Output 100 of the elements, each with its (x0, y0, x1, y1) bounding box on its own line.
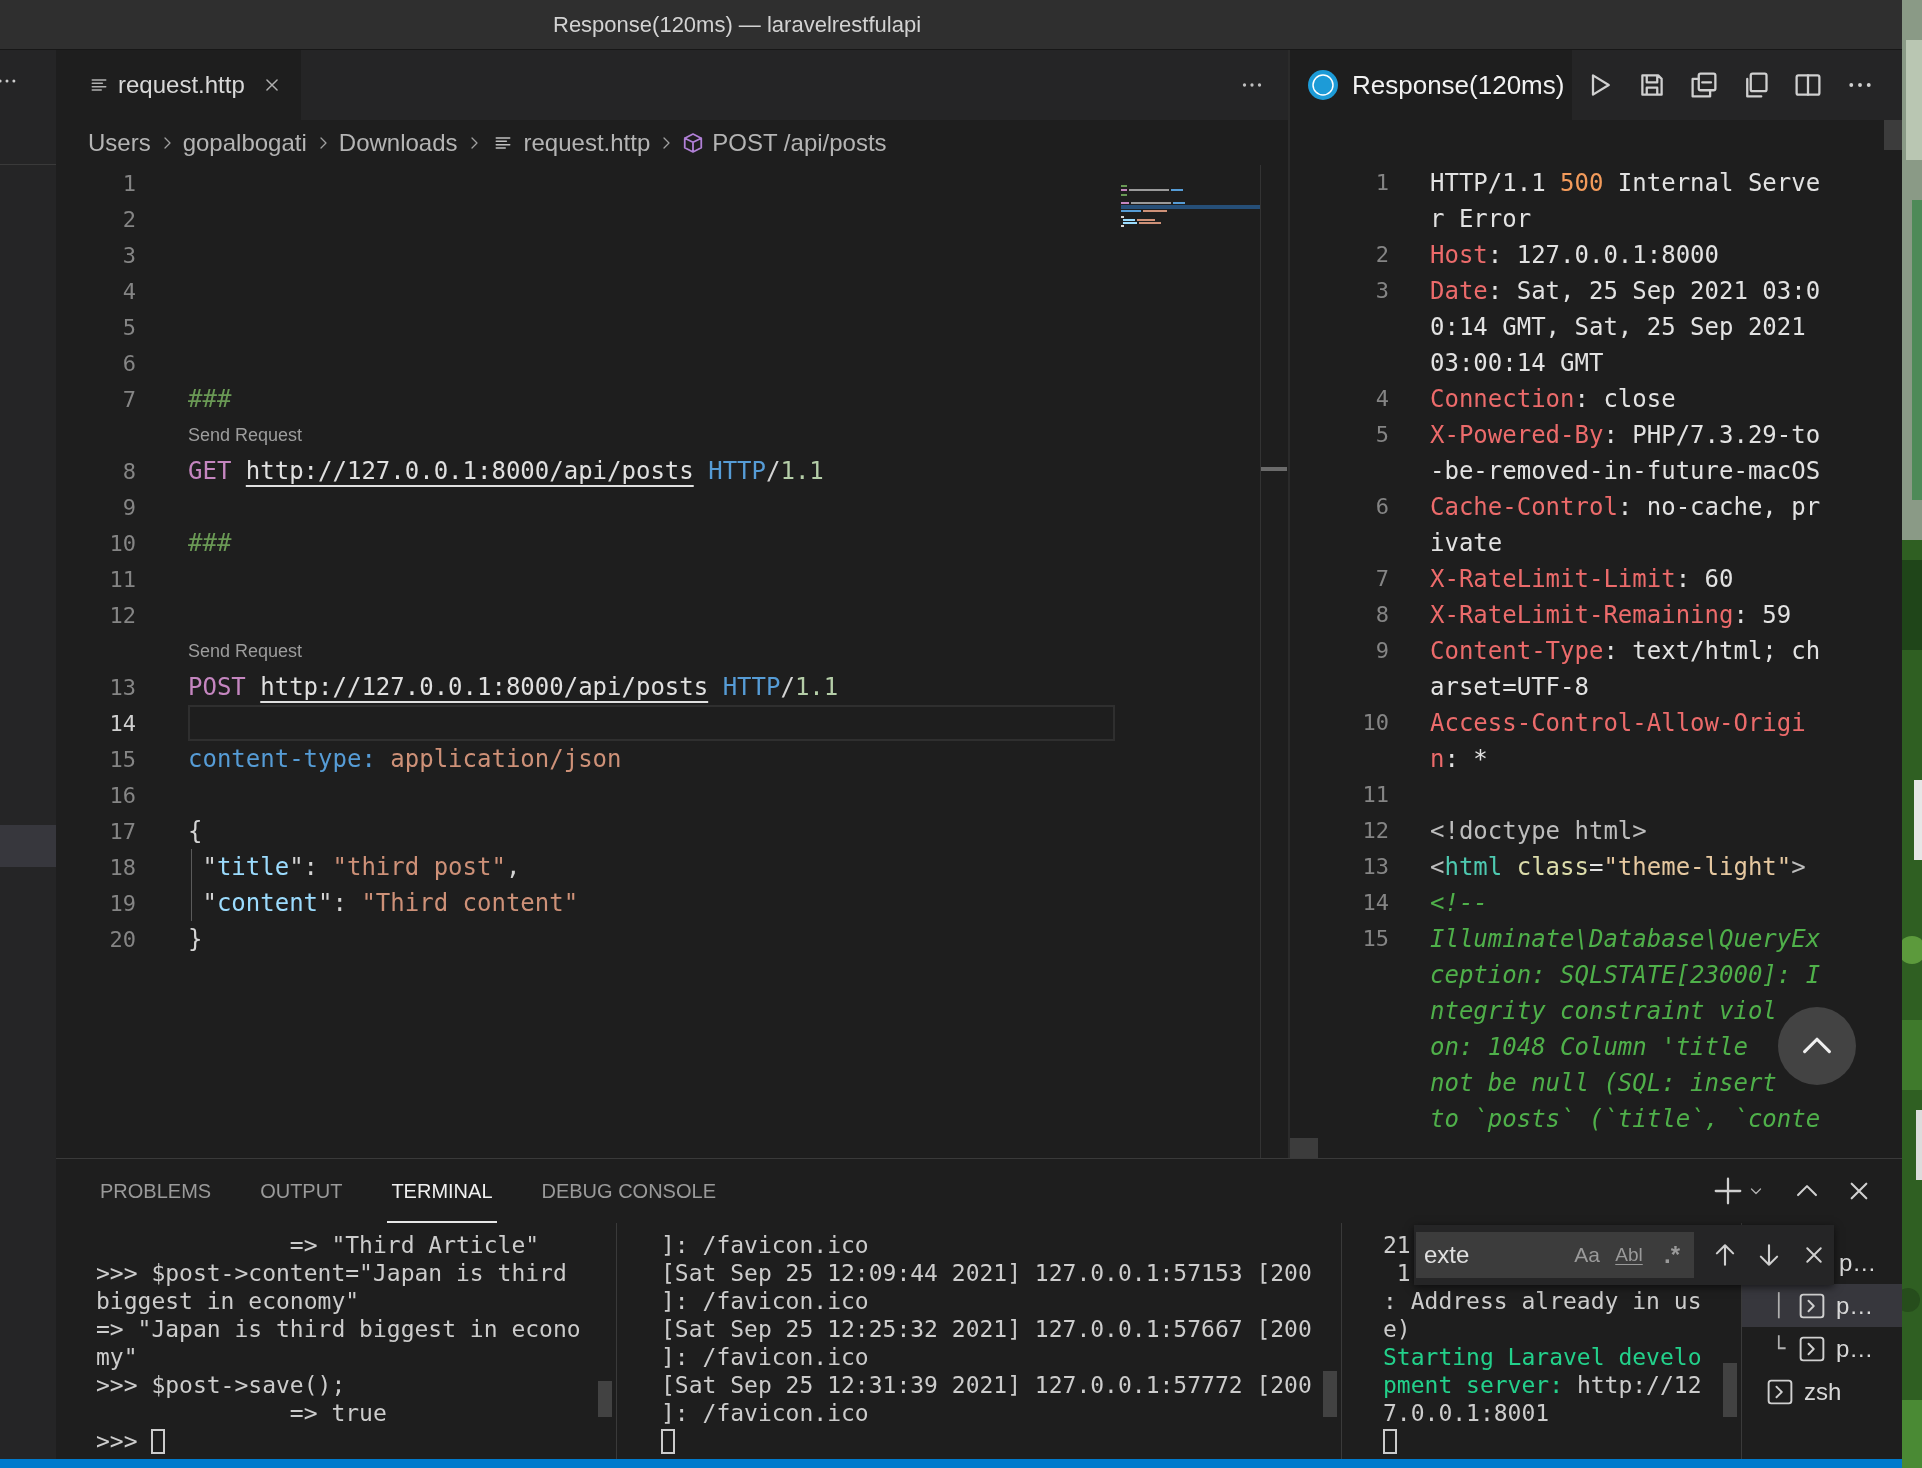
scrollbar-thumb[interactable] (1290, 1138, 1318, 1158)
line-number: 7 (1374, 565, 1389, 593)
terminal-name: p… (1839, 1247, 1877, 1278)
line-number: 12 (1361, 817, 1389, 845)
response-line: ntegrity constraint viol (1430, 996, 1777, 1027)
response-line: Date: Sat, 25 Sep 2021 03:0 (1430, 276, 1821, 307)
response-line: X-RateLimit-Remaining: 59 (1430, 600, 1792, 631)
circle-logo-icon (1308, 70, 1338, 100)
plus-icon[interactable] (1714, 1177, 1742, 1205)
response-line: Host: 127.0.0.1:8000 (1430, 240, 1719, 271)
scrollbar-thumb[interactable] (598, 1381, 612, 1417)
terminal-line: e) (1383, 1315, 1411, 1343)
line-number: 15 (1361, 925, 1389, 953)
line-number: 5 (1374, 421, 1389, 449)
code-line: POST http://127.0.0.1:8000/api/posts HTTP/1.1 (188, 672, 839, 703)
terminal-list-item[interactable]: └ p… (1742, 1327, 1902, 1370)
response-line: on: 1048 Column 'title (1430, 1032, 1748, 1063)
line-number: 9 (121, 493, 136, 522)
find-field[interactable]: exte (1416, 1232, 1566, 1278)
line-number: 13 (108, 673, 136, 702)
panel-tab[interactable]: DEBUG CONSOLE (537, 1159, 720, 1223)
cube-icon (682, 131, 705, 154)
code-lens-link[interactable]: Send Request (188, 637, 303, 665)
line-number: 6 (1374, 493, 1389, 521)
line-number: 18 (108, 853, 136, 882)
response-line: <!doctype html> (1430, 816, 1647, 847)
response-line: 03:00:14 GMT (1430, 348, 1604, 379)
panel-tab[interactable]: TERMINAL (387, 1159, 497, 1223)
response-line: -be-removed-in-future-macOS (1430, 456, 1821, 487)
terminal-line: ]: /favicon.ico (661, 1399, 869, 1427)
window-title: Response(120ms) — laravelrestfulapi (553, 11, 922, 39)
code-line: { (188, 816, 203, 847)
response-line: not be null (SQL: insert (1430, 1068, 1777, 1099)
line-number: 20 (108, 925, 136, 954)
line-number: 10 (1361, 709, 1389, 737)
response-line: HTTP/1.1 500 Internal Serve (1430, 168, 1821, 199)
breadcrumb-item[interactable]: Downloads (338, 124, 458, 161)
terminal-line: [Sat Sep 25 12:31:39 2021] 127.0.0.1:57772 [200 (661, 1371, 1312, 1399)
terminal-line: => "Third Article" (288, 1231, 540, 1259)
editor-tab[interactable]: request.http (56, 50, 301, 120)
response-tab[interactable]: Response(120ms) (1290, 50, 1573, 120)
terminal-line: : Address already in us (1383, 1287, 1702, 1315)
terminal-line: >>> $post->save(); (96, 1371, 346, 1399)
tree-branch: └ (1772, 1334, 1787, 1363)
terminal-line: => true (288, 1399, 387, 1427)
terminal-line: 1 (1395, 1259, 1411, 1287)
terminal-line: ]: /favicon.ico (661, 1231, 869, 1259)
text-cursor (151, 1428, 166, 1454)
split-editor-icon[interactable] (1794, 71, 1823, 99)
response-line: Illuminate\Database\QueryEx (1430, 924, 1821, 955)
response-line: <!-- (1430, 888, 1488, 919)
response-line: ivate (1430, 528, 1503, 559)
code-line: } (188, 924, 203, 955)
find-option-button[interactable]: Aa (1566, 1232, 1608, 1278)
line-number: 11 (108, 565, 136, 594)
breadcrumb-item[interactable]: Users (88, 124, 151, 161)
file-lines-icon (90, 76, 108, 94)
line-number: 4 (1374, 385, 1389, 413)
line-number: 5 (121, 313, 136, 342)
response-line: X-RateLimit-Limit: 60 (1430, 564, 1734, 595)
line-number: 8 (121, 457, 136, 486)
terminal-line: Starting Laravel develo (1383, 1343, 1702, 1371)
line-number: 17 (108, 817, 136, 846)
breadcrumb-item[interactable]: request.http (523, 124, 651, 161)
line-number: 14 (1361, 889, 1389, 917)
terminal-line: => "Japan is third biggest in econo (96, 1315, 581, 1343)
code-line: ### (188, 528, 232, 559)
line-number: 12 (108, 601, 136, 630)
line-number: 10 (108, 529, 136, 558)
response-line: r Error (1430, 204, 1532, 235)
scrollbar-thumb[interactable] (1323, 1371, 1337, 1417)
line-number: 3 (1374, 277, 1389, 305)
scrollbar-thumb[interactable] (1723, 1363, 1737, 1417)
panel-tab[interactable]: PROBLEMS (96, 1159, 216, 1223)
find-option-button[interactable]: .* (1650, 1232, 1694, 1278)
terminal-name: p… (1836, 1290, 1874, 1321)
breadcrumb-item[interactable]: gopalbogati (182, 124, 307, 161)
terminal-name: zsh (1804, 1376, 1842, 1407)
code-line: ### (188, 384, 232, 415)
stacked-pages-icon[interactable] (1690, 71, 1719, 99)
line-number: 14 (108, 709, 136, 738)
find-option-button[interactable]: Abl (1608, 1232, 1650, 1278)
panel-tab[interactable]: OUTPUT (256, 1159, 347, 1223)
line-number: 9 (1374, 637, 1389, 665)
terminal-line: my" (96, 1343, 138, 1371)
code-lens-link[interactable]: Send Request (188, 421, 303, 449)
line-number: 8 (1374, 601, 1389, 629)
text-cursor (1383, 1428, 1397, 1454)
terminal-line: ]: /favicon.ico (661, 1343, 869, 1371)
terminal-line: [Sat Sep 25 12:25:32 2021] 127.0.0.1:57667 [200 (661, 1315, 1312, 1343)
line-number: 4 (121, 277, 136, 306)
line-number: 1 (121, 169, 136, 198)
line-number: 11 (1361, 781, 1389, 809)
terminal-name: p… (1836, 1333, 1874, 1364)
scrollbar-thumb[interactable] (1884, 120, 1902, 150)
response-line: to `posts` (`title`, `conte (1430, 1104, 1821, 1135)
terminal-list-item[interactable]: zsh (1742, 1370, 1902, 1413)
terminal-line: [Sat Sep 25 12:09:44 2021] 127.0.0.1:57153 [200 (661, 1259, 1312, 1287)
terminal-list-item[interactable]: │ p… (1742, 1284, 1902, 1327)
breadcrumb-item[interactable]: POST /api/posts (712, 124, 887, 161)
